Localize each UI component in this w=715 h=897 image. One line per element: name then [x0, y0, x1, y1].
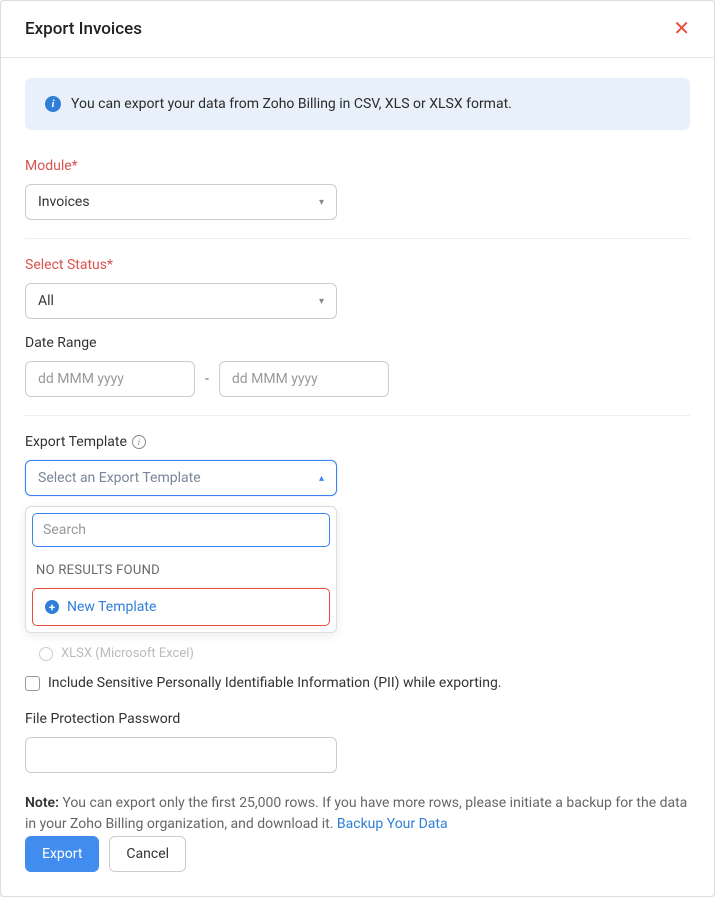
date-from-input[interactable] [25, 361, 195, 397]
xlsx-radio-label: XLSX (Microsoft Excel) [61, 646, 194, 661]
modal-title: Export Invoices [25, 19, 142, 39]
status-section: Select Status* All ▾ Date Range - [25, 257, 690, 416]
pii-checkbox-row: Include Sensitive Personally Identifiabl… [25, 675, 690, 691]
info-banner: i You can export your data from Zoho Bil… [25, 78, 690, 130]
pii-checkbox-label: Include Sensitive Personally Identifiabl… [48, 675, 502, 691]
modal-body: i You can export your data from Zoho Bil… [1, 58, 714, 836]
note-prefix: Note: [25, 795, 59, 811]
new-template-label: New Template [67, 599, 156, 615]
close-button[interactable]: ✕ [673, 19, 690, 39]
chevron-down-icon: ▾ [319, 296, 324, 307]
module-select[interactable]: Invoices ▾ [25, 184, 337, 220]
template-select[interactable]: Select an Export Template ▴ [25, 460, 337, 496]
info-icon: i [45, 96, 61, 112]
xlsx-radio-option[interactable]: XLSX (Microsoft Excel) [39, 646, 690, 661]
template-label-row: Export Template i [25, 434, 690, 450]
no-results-text: NO RESULTS FOUND [32, 555, 330, 588]
pii-checkbox[interactable] [25, 676, 40, 691]
status-value: All [38, 293, 54, 309]
template-label: Export Template [25, 434, 127, 450]
template-section: Export Template i Select an Export Templ… [25, 434, 690, 496]
modal-header: Export Invoices ✕ [1, 1, 714, 58]
close-icon: ✕ [673, 18, 690, 40]
template-search-input[interactable] [32, 513, 330, 547]
module-section: Module* Invoices ▾ [25, 158, 690, 239]
radio-icon [39, 647, 53, 661]
note-text: Note: You can export only the first 25,0… [25, 793, 690, 835]
info-circle-icon[interactable]: i [132, 435, 146, 449]
chevron-down-icon: ▾ [319, 197, 324, 208]
new-template-button[interactable]: + New Template [32, 588, 330, 626]
module-value: Invoices [38, 194, 90, 210]
export-modal: Export Invoices ✕ i You can export your … [0, 0, 715, 897]
export-button[interactable]: Export [25, 836, 99, 872]
password-input[interactable] [25, 737, 337, 773]
module-label: Module* [25, 158, 690, 174]
info-banner-text: You can export your data from Zoho Billi… [71, 96, 512, 112]
cancel-button[interactable]: Cancel [109, 836, 186, 872]
date-range-row: - [25, 361, 690, 397]
status-label: Select Status* [25, 257, 690, 273]
chevron-up-icon: ▴ [319, 473, 324, 484]
template-dropdown: NO RESULTS FOUND + New Template [25, 506, 337, 633]
plus-icon: + [45, 600, 59, 614]
status-select[interactable]: All ▾ [25, 283, 337, 319]
backup-link[interactable]: Backup Your Data [337, 816, 448, 832]
template-placeholder: Select an Export Template [38, 470, 201, 486]
modal-footer: Export Cancel [1, 836, 714, 896]
password-label: File Protection Password [25, 711, 690, 727]
date-separator: - [205, 371, 209, 387]
date-range-label: Date Range [25, 335, 690, 351]
date-to-input[interactable] [219, 361, 389, 397]
